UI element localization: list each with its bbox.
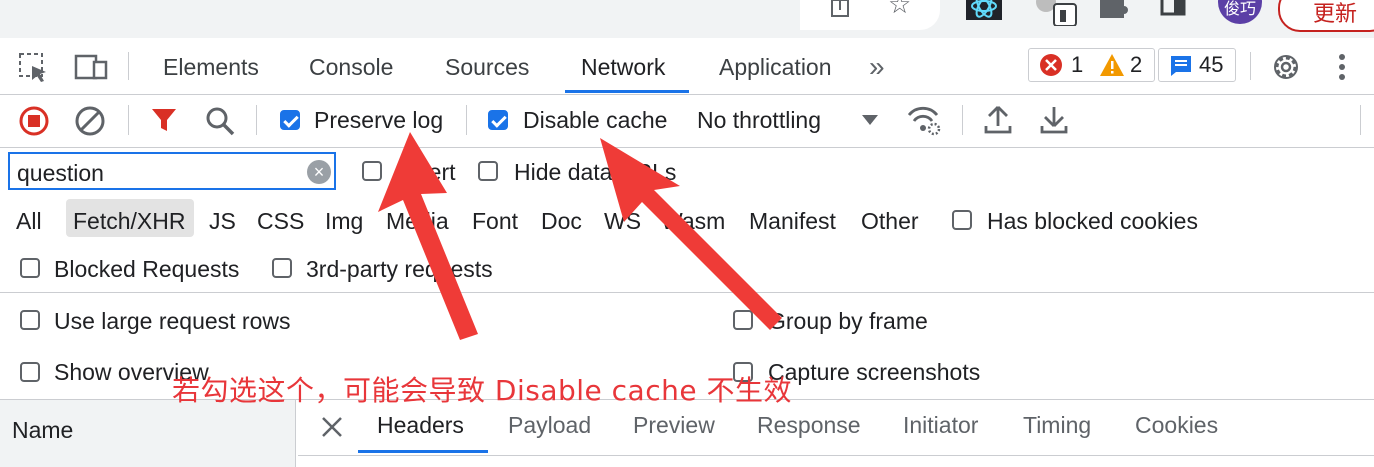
bookmark-star-icon[interactable]: ☆ — [888, 0, 911, 17]
divider — [1360, 105, 1361, 135]
issues-counter[interactable]: 1 2 — [1028, 48, 1155, 82]
tab-cookies[interactable]: Cookies — [1135, 412, 1218, 439]
warning-icon — [1099, 53, 1125, 86]
third-party-requests-label[interactable]: 3rd-party requests — [306, 256, 493, 283]
blocked-requests-checkbox[interactable] — [20, 258, 40, 278]
preserve-log-checkbox[interactable] — [280, 110, 300, 130]
extension-badge-icon[interactable] — [1032, 0, 1078, 27]
has-blocked-cookies-label[interactable]: Has blocked cookies — [987, 208, 1198, 235]
group-by-frame-label[interactable]: Group by frame — [768, 308, 928, 335]
filter-input[interactable]: question × — [8, 152, 336, 190]
group-by-frame-checkbox[interactable] — [733, 310, 753, 330]
type-filter-other[interactable]: Other — [861, 208, 919, 235]
type-filter-ws[interactable]: WS — [604, 208, 641, 235]
settings-gear-icon[interactable] — [1270, 51, 1302, 88]
invert-label[interactable]: Invert — [398, 159, 456, 186]
clear-filter-icon[interactable]: × — [307, 160, 331, 184]
large-request-rows-label[interactable]: Use large request rows — [54, 308, 291, 335]
type-filter-font[interactable]: Font — [472, 208, 518, 235]
tab-payload[interactable]: Payload — [508, 412, 591, 439]
tab-network[interactable]: Network — [581, 38, 665, 94]
divider — [962, 105, 963, 135]
type-filter-css[interactable]: CSS — [257, 208, 304, 235]
tab-timing[interactable]: Timing — [1023, 412, 1091, 439]
extensions-puzzle-icon[interactable] — [1098, 0, 1128, 19]
message-icon — [1169, 54, 1193, 87]
has-blocked-cookies-checkbox[interactable] — [952, 210, 972, 230]
disable-cache-label[interactable]: Disable cache — [523, 107, 667, 134]
side-panel-icon[interactable] — [1160, 0, 1188, 17]
browser-toolbar: ☆ 俊巧 更新 — [0, 0, 1374, 38]
tab-response[interactable]: Response — [757, 412, 861, 439]
message-count: 45 — [1199, 52, 1224, 77]
third-party-requests-checkbox[interactable] — [272, 258, 292, 278]
error-icon — [1039, 53, 1063, 86]
import-har-upload-icon[interactable] — [984, 104, 1012, 141]
divider — [298, 455, 1374, 456]
stop-recording-icon[interactable] — [18, 105, 50, 142]
type-filter-wasm[interactable]: Wasm — [661, 208, 725, 235]
type-filter-fetch-xhr[interactable]: Fetch/XHR — [73, 208, 185, 235]
tab-application[interactable]: Application — [719, 38, 832, 94]
clear-icon[interactable] — [74, 105, 106, 142]
annotation-text: 若勾选这个，可能会导致 Disable cache 不生效 — [172, 374, 792, 407]
tab-elements[interactable]: Elements — [163, 38, 259, 94]
close-details-icon[interactable] — [321, 416, 343, 443]
type-filter-doc[interactable]: Doc — [541, 208, 582, 235]
search-icon[interactable] — [204, 105, 236, 142]
more-options-kebab-icon[interactable] — [1338, 52, 1346, 87]
devtools-tabbar: Elements Console Sources Network Applica… — [0, 38, 1374, 95]
network-toolbar: Preserve log Disable cache No throttling — [0, 95, 1374, 148]
divider — [128, 52, 129, 80]
type-filter-js[interactable]: JS — [209, 208, 236, 235]
react-devtools-icon[interactable] — [966, 0, 1002, 21]
update-button[interactable]: 更新 — [1278, 0, 1374, 32]
messages-counter[interactable]: 45 — [1158, 48, 1236, 82]
type-filter-all[interactable]: All — [16, 208, 42, 235]
tab-sources[interactable]: Sources — [445, 38, 529, 94]
divider — [128, 105, 129, 135]
hide-data-urls-checkbox[interactable] — [478, 161, 498, 181]
active-tab-indicator — [565, 90, 689, 93]
request-details-panel: Name Headers Payload Preview Response In… — [0, 399, 1374, 467]
filter-funnel-icon[interactable] — [150, 106, 178, 139]
type-filter-manifest[interactable]: Manifest — [749, 208, 836, 235]
export-har-download-icon[interactable] — [1040, 104, 1068, 141]
tab-headers[interactable]: Headers — [377, 412, 464, 439]
profile-avatar[interactable]: 俊巧 — [1218, 0, 1262, 24]
share-icon[interactable] — [828, 0, 852, 19]
active-detail-tab-indicator — [358, 450, 488, 453]
name-header-label: Name — [12, 417, 74, 443]
tab-preview[interactable]: Preview — [633, 412, 715, 439]
error-count: 1 — [1071, 52, 1084, 77]
disable-cache-checkbox[interactable] — [488, 110, 508, 130]
divider — [1250, 52, 1251, 80]
name-column-header[interactable]: Name — [0, 400, 296, 467]
tab-console[interactable]: Console — [309, 38, 393, 94]
address-bar-end[interactable] — [800, 0, 940, 30]
filter-bar: question × Invert Hide data URLs All Fet… — [0, 148, 1374, 293]
show-overview-checkbox[interactable] — [20, 362, 40, 382]
tab-initiator[interactable]: Initiator — [903, 412, 978, 439]
filter-input-value[interactable]: question — [17, 160, 104, 187]
throttling-select[interactable]: No throttling — [697, 107, 821, 134]
network-conditions-icon[interactable] — [906, 105, 942, 142]
type-filter-img[interactable]: Img — [325, 208, 363, 235]
invert-checkbox[interactable] — [362, 161, 382, 181]
more-tabs-chevron-icon[interactable]: » — [869, 38, 885, 94]
dropdown-arrow-icon[interactable] — [861, 113, 879, 131]
device-toolbar-icon[interactable] — [74, 52, 108, 87]
hide-data-urls-label[interactable]: Hide data URLs — [514, 159, 676, 186]
capture-screenshots-label[interactable]: Capture screenshots — [768, 359, 980, 386]
inspect-element-icon[interactable] — [18, 52, 50, 89]
divider — [466, 105, 467, 135]
preserve-log-label[interactable]: Preserve log — [314, 107, 443, 134]
divider — [256, 105, 257, 135]
large-request-rows-checkbox[interactable] — [20, 310, 40, 330]
type-filter-media[interactable]: Media — [386, 208, 449, 235]
blocked-requests-label[interactable]: Blocked Requests — [54, 256, 239, 283]
warning-count: 2 — [1130, 52, 1143, 77]
